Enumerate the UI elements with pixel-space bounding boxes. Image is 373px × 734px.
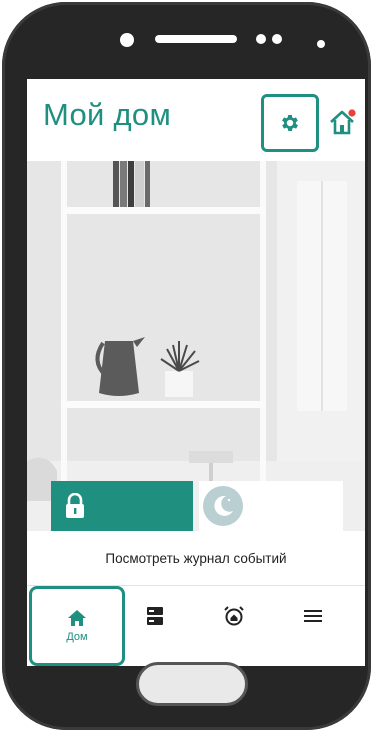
nav-item-home[interactable]: Дом — [29, 586, 125, 666]
settings-button[interactable] — [261, 94, 319, 152]
home-icon — [68, 610, 86, 626]
app-header: Мой дом — [27, 79, 365, 161]
camera-dot — [120, 33, 134, 47]
home-status-button[interactable] — [327, 107, 357, 137]
alarm-clock-icon — [224, 606, 244, 626]
moon-icon — [214, 495, 233, 516]
lock-icon — [66, 493, 84, 518]
sensor-dot — [317, 40, 325, 48]
sensor-dot — [256, 34, 266, 44]
speaker-bar — [155, 35, 237, 43]
sensor-dot — [272, 34, 282, 44]
room-illustration — [27, 161, 365, 531]
room-photo — [27, 161, 365, 531]
events-log-link[interactable]: Посмотреть журнал событий — [27, 531, 365, 585]
nav-home-label: Дом — [66, 631, 88, 643]
nav-item-devices[interactable] — [135, 586, 175, 646]
hardware-home-button[interactable] — [136, 662, 248, 706]
phone-frame: Мой дом Посмотреть журнал событий Дом — [2, 2, 371, 730]
night-mode-tile[interactable] — [199, 481, 343, 531]
arm-mode-tile[interactable] — [51, 481, 193, 531]
bottom-nav: Дом — [27, 585, 365, 666]
page-title: Мой дом — [43, 97, 172, 132]
home-alert-icon — [330, 109, 356, 135]
nav-item-menu[interactable] — [293, 586, 333, 646]
nav-item-security[interactable] — [214, 586, 254, 646]
events-log-label: Посмотреть журнал событий — [105, 550, 287, 566]
gear-icon — [282, 115, 298, 131]
devices-icon — [147, 607, 163, 625]
app-screen: Мой дом Посмотреть журнал событий Дом — [27, 79, 365, 666]
menu-icon — [304, 610, 322, 622]
